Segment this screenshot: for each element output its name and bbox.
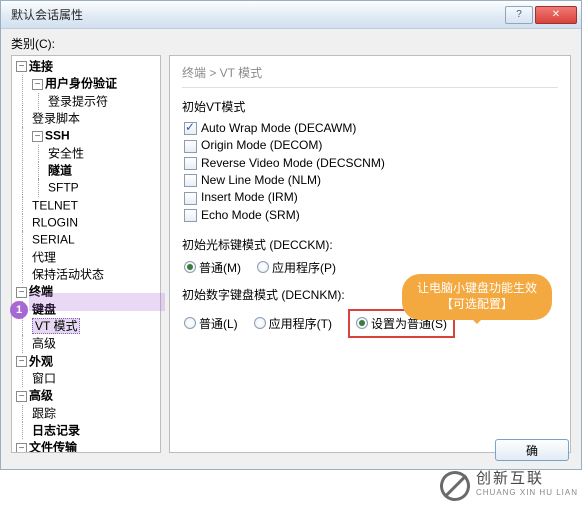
tree-user-auth[interactable]: 用户身份验证: [45, 77, 117, 91]
label-cursor-app: 应用程序(P): [272, 259, 336, 276]
watermark-en: CHUANG XIN HU LIAN: [476, 486, 578, 500]
window-title: 默认会话属性: [5, 6, 503, 23]
tree-ssh[interactable]: SSH: [45, 129, 70, 143]
expand-icon[interactable]: −: [16, 287, 27, 298]
callout-line1: 让电脑小键盘功能生效: [406, 280, 548, 296]
label-insert: Insert Mode (IRM): [201, 190, 298, 204]
callout-line2: 【可选配置】: [406, 296, 548, 312]
category-tree[interactable]: −连接 −用户身份验证 登录提示符 登录脚本 −SSH 安全性 隧道 SFTP: [11, 55, 161, 453]
tree-rlogin[interactable]: RLOGIN: [32, 215, 78, 229]
label-keypad-normal: 普通(L): [199, 315, 238, 332]
watermark-logo-icon: [436, 467, 474, 505]
watermark: 创新互联 CHUANG XIN HU LIAN: [440, 471, 578, 501]
section-initial-vt: 初始VT模式: [182, 98, 558, 115]
radio-cursor-app[interactable]: [257, 261, 269, 273]
expand-icon[interactable]: −: [16, 443, 27, 453]
titlebar[interactable]: 默认会话属性 ? ✕: [1, 1, 581, 29]
label-cursor-normal: 普通(M): [199, 259, 241, 276]
tree-file-transfer[interactable]: 文件传输: [29, 441, 77, 453]
tree-login-prompt[interactable]: 登录提示符: [48, 94, 108, 108]
checkbox-origin[interactable]: [184, 140, 197, 153]
checkbox-insert[interactable]: [184, 192, 197, 205]
tree-advanced-root[interactable]: 高级: [29, 389, 53, 403]
expand-icon[interactable]: −: [32, 79, 43, 90]
tree-terminal[interactable]: 终端: [29, 285, 53, 299]
label-autowrap: Auto Wrap Mode (DECAWM): [201, 121, 356, 135]
expand-icon[interactable]: −: [16, 61, 27, 72]
label-echo: Echo Mode (SRM): [201, 208, 300, 222]
radio-cursor-normal[interactable]: [184, 261, 196, 273]
breadcrumb: 终端 > VT 模式: [182, 64, 558, 88]
tree-advanced[interactable]: 高级: [32, 337, 56, 351]
checkbox-echo[interactable]: [184, 209, 197, 222]
tree-telnet[interactable]: TELNET: [32, 198, 78, 212]
tree-appearance[interactable]: 外观: [29, 354, 53, 368]
label-reverse: Reverse Video Mode (DECSCNM): [201, 156, 385, 170]
checkbox-reverse[interactable]: [184, 157, 197, 170]
tree-keepalive[interactable]: 保持活动状态: [32, 267, 104, 281]
callout-bubble: 让电脑小键盘功能生效 【可选配置】: [402, 274, 552, 320]
content-panel: 终端 > VT 模式 初始VT模式 Auto Wrap Mode (DECAWM…: [169, 55, 571, 453]
tree-proxy[interactable]: 代理: [32, 250, 56, 264]
label-origin: Origin Mode (DECOM): [201, 138, 322, 152]
tree-serial[interactable]: SERIAL: [32, 233, 75, 247]
help-button[interactable]: ?: [505, 6, 533, 24]
expand-icon[interactable]: −: [16, 391, 27, 402]
tree-tunnel[interactable]: 隧道: [48, 163, 72, 177]
tree-login-script[interactable]: 登录脚本: [32, 111, 80, 125]
label-newline: New Line Mode (NLM): [201, 173, 321, 187]
dialog-window: 默认会话属性 ? ✕ 类别(C): −连接 −用户身份验证 登录提示符 登录脚本…: [0, 0, 582, 470]
tree-trace[interactable]: 跟踪: [32, 406, 56, 420]
checkbox-newline[interactable]: [184, 174, 197, 187]
tree-security[interactable]: 安全性: [48, 146, 84, 160]
category-label: 类别(C):: [11, 35, 571, 52]
expand-icon[interactable]: −: [16, 356, 27, 367]
section-cursor-mode: 初始光标键模式 (DECCKM):: [182, 236, 558, 253]
checkbox-autowrap[interactable]: [184, 122, 197, 135]
tree-keyboard[interactable]: 键盘: [32, 302, 56, 316]
dialog-body: 类别(C): −连接 −用户身份验证 登录提示符 登录脚本 −SSH 安全性 隧…: [1, 29, 581, 469]
watermark-cn: 创新互联: [476, 472, 578, 486]
radio-keypad-setnormal[interactable]: [356, 317, 368, 329]
expand-icon[interactable]: −: [32, 131, 43, 142]
annotation-badge-1: 1: [10, 301, 28, 319]
tree-vt-mode[interactable]: VT 模式: [32, 318, 80, 334]
close-button[interactable]: ✕: [535, 6, 577, 24]
ok-button[interactable]: 确: [495, 439, 569, 461]
tree-connection[interactable]: 连接: [29, 59, 53, 73]
tree-sftp[interactable]: SFTP: [48, 181, 79, 195]
tree-logging[interactable]: 日志记录: [32, 423, 80, 437]
radio-keypad-normal[interactable]: [184, 317, 196, 329]
tree-window[interactable]: 窗口: [32, 371, 56, 385]
radio-keypad-app[interactable]: [254, 317, 266, 329]
label-keypad-app: 应用程序(T): [269, 315, 332, 332]
